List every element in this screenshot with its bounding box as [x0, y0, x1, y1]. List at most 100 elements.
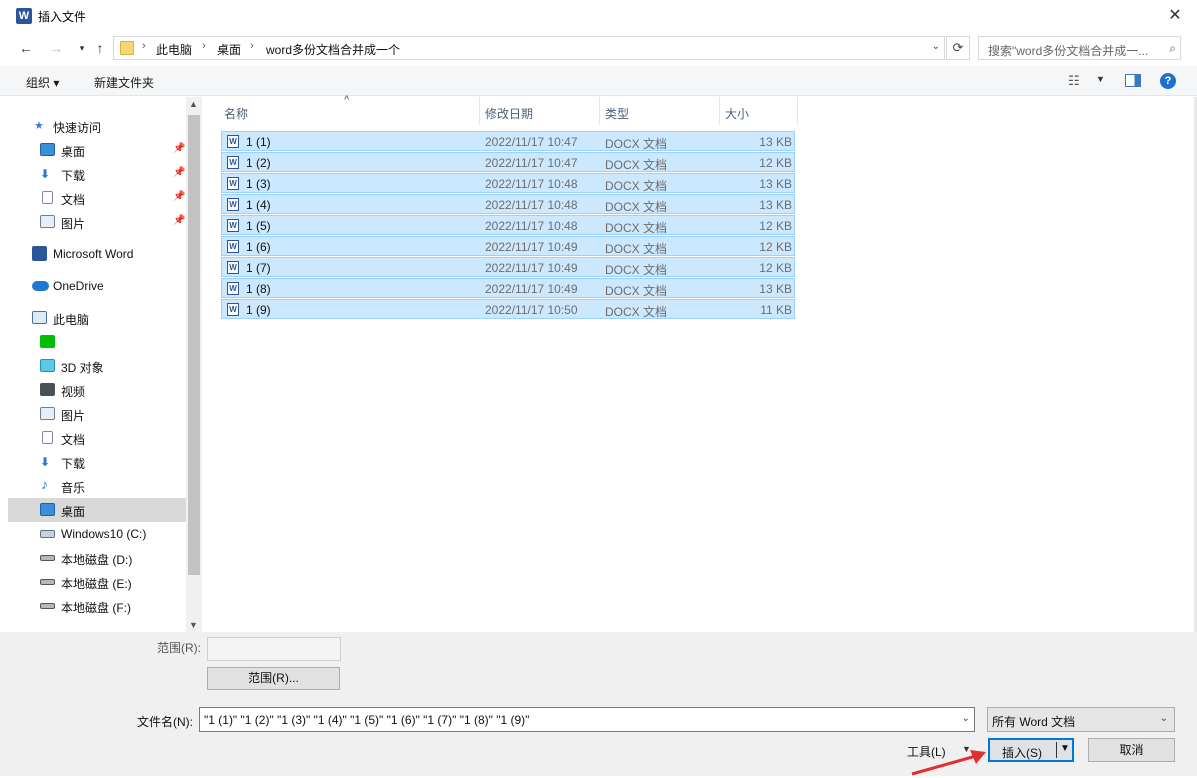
- nav-item-pictures[interactable]: 图片: [8, 402, 186, 426]
- nav-item-drive-d[interactable]: 本地磁盘 (D:): [8, 546, 186, 570]
- nav-item-desktop[interactable]: 桌面: [8, 498, 186, 522]
- nav-label: 本地磁盘 (D:): [61, 553, 133, 567]
- address-bar[interactable]: › 此电脑 › 桌面 › word多份文档合并成一个 ⌄: [113, 36, 945, 60]
- nav-item-downloads-pinned[interactable]: ⬇ 下载 📌: [8, 162, 186, 186]
- breadcrumb-separator-icon[interactable]: ›: [250, 40, 254, 52]
- word-icon: [32, 246, 47, 261]
- file-row[interactable]: W 1 (2) 2022/11/17 10:47 DOCX 文档 12 KB: [221, 152, 795, 172]
- filetype-select[interactable]: 所有 Word 文档 ⌄: [987, 707, 1175, 732]
- column-header-size[interactable]: 大小: [720, 97, 798, 125]
- scroll-down-icon[interactable]: ▼: [189, 620, 198, 630]
- nav-item-documents[interactable]: 文档: [8, 426, 186, 450]
- refresh-button[interactable]: ⟳: [946, 36, 970, 60]
- recent-locations-chevron-icon[interactable]: ▾: [72, 38, 92, 58]
- nav-item-documents-pinned[interactable]: 文档 📌: [8, 186, 186, 210]
- scrollbar-thumb[interactable]: [188, 115, 200, 575]
- up-arrow-icon[interactable]: ↑: [90, 38, 110, 58]
- help-icon[interactable]: ?: [1160, 73, 1176, 89]
- file-row[interactable]: W 1 (5) 2022/11/17 10:48 DOCX 文档 12 KB: [221, 215, 795, 235]
- filename-label: 文件名(N):: [137, 715, 193, 729]
- column-header-date[interactable]: 修改日期: [480, 97, 600, 125]
- nav-item-drive-c[interactable]: Windows10 (C:): [8, 522, 186, 546]
- range-input[interactable]: [207, 637, 341, 661]
- breadcrumb-separator-icon[interactable]: ›: [202, 40, 206, 52]
- nav-item-iqiyi[interactable]: [8, 330, 186, 354]
- column-label: 名称: [224, 107, 249, 121]
- file-row[interactable]: W 1 (9) 2022/11/17 10:50 DOCX 文档 11 KB: [221, 299, 795, 319]
- nav-item-drive-f[interactable]: 本地磁盘 (F:): [8, 594, 186, 618]
- nav-item-quick-access[interactable]: ★ 快速访问: [8, 114, 186, 138]
- pin-icon[interactable]: 📌: [173, 167, 185, 178]
- breadcrumb-this-pc[interactable]: 此电脑: [156, 41, 192, 58]
- column-header-name[interactable]: 名称 ^: [204, 94, 480, 125]
- view-options-icon[interactable]: ☷: [1068, 73, 1080, 89]
- filename-input[interactable]: "1 (1)" "1 (2)" "1 (3)" "1 (4)" "1 (5)" …: [199, 707, 975, 732]
- nav-label: 桌面: [61, 505, 86, 519]
- file-row[interactable]: W 1 (4) 2022/11/17 10:48 DOCX 文档 13 KB: [221, 194, 795, 214]
- nav-item-drive-e[interactable]: 本地磁盘 (E:): [8, 570, 186, 594]
- drive-icon: [40, 555, 55, 561]
- navigation-pane: ★ 快速访问 桌面 📌 ⬇ 下载 📌 文档 📌 图片 📌 Microsoft W…: [8, 97, 203, 632]
- file-type: DOCX 文档: [605, 305, 668, 319]
- pin-icon[interactable]: 📌: [173, 215, 185, 226]
- pin-icon[interactable]: 📌: [173, 191, 185, 202]
- file-type: DOCX 文档: [605, 263, 668, 277]
- nav-item-desktop-pinned[interactable]: 桌面 📌: [8, 138, 186, 162]
- file-size: 13 KB: [759, 177, 792, 191]
- column-label: 类型: [605, 107, 630, 121]
- insert-button[interactable]: 插入(S) ▼: [988, 738, 1074, 762]
- chevron-down-icon[interactable]: ⌄: [1160, 713, 1168, 724]
- word-document-icon: W: [227, 261, 239, 274]
- preview-pane-icon[interactable]: [1125, 74, 1141, 87]
- word-document-icon: W: [227, 198, 239, 211]
- chevron-down-icon[interactable]: ⌄: [932, 41, 940, 52]
- file-name: 1 (7): [246, 261, 271, 275]
- document-icon: [42, 431, 53, 444]
- column-label: 大小: [725, 107, 750, 121]
- nav-item-pictures-pinned[interactable]: 图片 📌: [8, 210, 186, 234]
- file-type: DOCX 文档: [605, 179, 668, 193]
- computer-icon: [32, 311, 47, 324]
- file-name: 1 (3): [246, 177, 271, 191]
- nav-item-microsoft-word[interactable]: Microsoft Word: [8, 242, 186, 266]
- iqiyi-icon: [40, 335, 55, 348]
- insert-dropdown-icon[interactable]: ▼: [1060, 743, 1070, 754]
- back-arrow-icon[interactable]: ←: [16, 38, 36, 58]
- nav-item-onedrive[interactable]: OneDrive: [8, 274, 186, 298]
- file-size: 12 KB: [759, 261, 792, 275]
- file-row[interactable]: W 1 (7) 2022/11/17 10:49 DOCX 文档 12 KB: [221, 257, 795, 277]
- nav-pane-scrollbar[interactable]: ▲ ▼: [186, 97, 202, 632]
- breadcrumb-desktop[interactable]: 桌面: [217, 41, 241, 58]
- nav-label: Windows10 (C:): [61, 527, 147, 541]
- nav-item-downloads[interactable]: ⬇ 下载: [8, 450, 186, 474]
- cancel-button[interactable]: 取消: [1088, 738, 1175, 762]
- title-bar: W 插入文件 ✕: [0, 0, 1197, 32]
- file-row[interactable]: W 1 (1) 2022/11/17 10:47 DOCX 文档 13 KB: [221, 131, 795, 151]
- file-row[interactable]: W 1 (8) 2022/11/17 10:49 DOCX 文档 13 KB: [221, 278, 795, 298]
- word-document-icon: W: [227, 303, 239, 316]
- scroll-up-icon[interactable]: ▲: [189, 99, 198, 109]
- nav-label: OneDrive: [53, 279, 104, 293]
- file-name: 1 (1): [246, 135, 271, 149]
- chevron-down-icon[interactable]: ⌄: [962, 713, 970, 724]
- nav-item-3d-objects[interactable]: 3D 对象: [8, 354, 186, 378]
- chevron-down-icon[interactable]: ▼: [1096, 74, 1105, 84]
- close-button[interactable]: ✕: [1163, 4, 1187, 28]
- file-row[interactable]: W 1 (3) 2022/11/17 10:48 DOCX 文档 13 KB: [221, 173, 795, 193]
- file-type: DOCX 文档: [605, 137, 668, 151]
- search-input[interactable]: 搜索"word多份文档合并成一... ⌕: [978, 36, 1181, 60]
- organize-menu[interactable]: 组织 ▾: [26, 74, 59, 91]
- breadcrumb-separator-icon[interactable]: ›: [142, 40, 146, 52]
- breadcrumb-current-folder[interactable]: word多份文档合并成一个: [266, 41, 400, 58]
- forward-arrow-icon[interactable]: →: [46, 38, 66, 58]
- column-header-type[interactable]: 类型: [600, 97, 720, 125]
- new-folder-button[interactable]: 新建文件夹: [94, 74, 154, 91]
- nav-item-this-pc[interactable]: 此电脑: [8, 306, 186, 330]
- file-row[interactable]: W 1 (6) 2022/11/17 10:49 DOCX 文档 12 KB: [221, 236, 795, 256]
- file-date: 2022/11/17 10:49: [485, 261, 578, 275]
- file-date: 2022/11/17 10:48: [485, 219, 578, 233]
- nav-item-music[interactable]: ♪ 音乐: [8, 474, 186, 498]
- range-button[interactable]: 范围(R)...: [207, 667, 340, 690]
- pin-icon[interactable]: 📌: [173, 143, 185, 154]
- nav-item-videos[interactable]: 视频: [8, 378, 186, 402]
